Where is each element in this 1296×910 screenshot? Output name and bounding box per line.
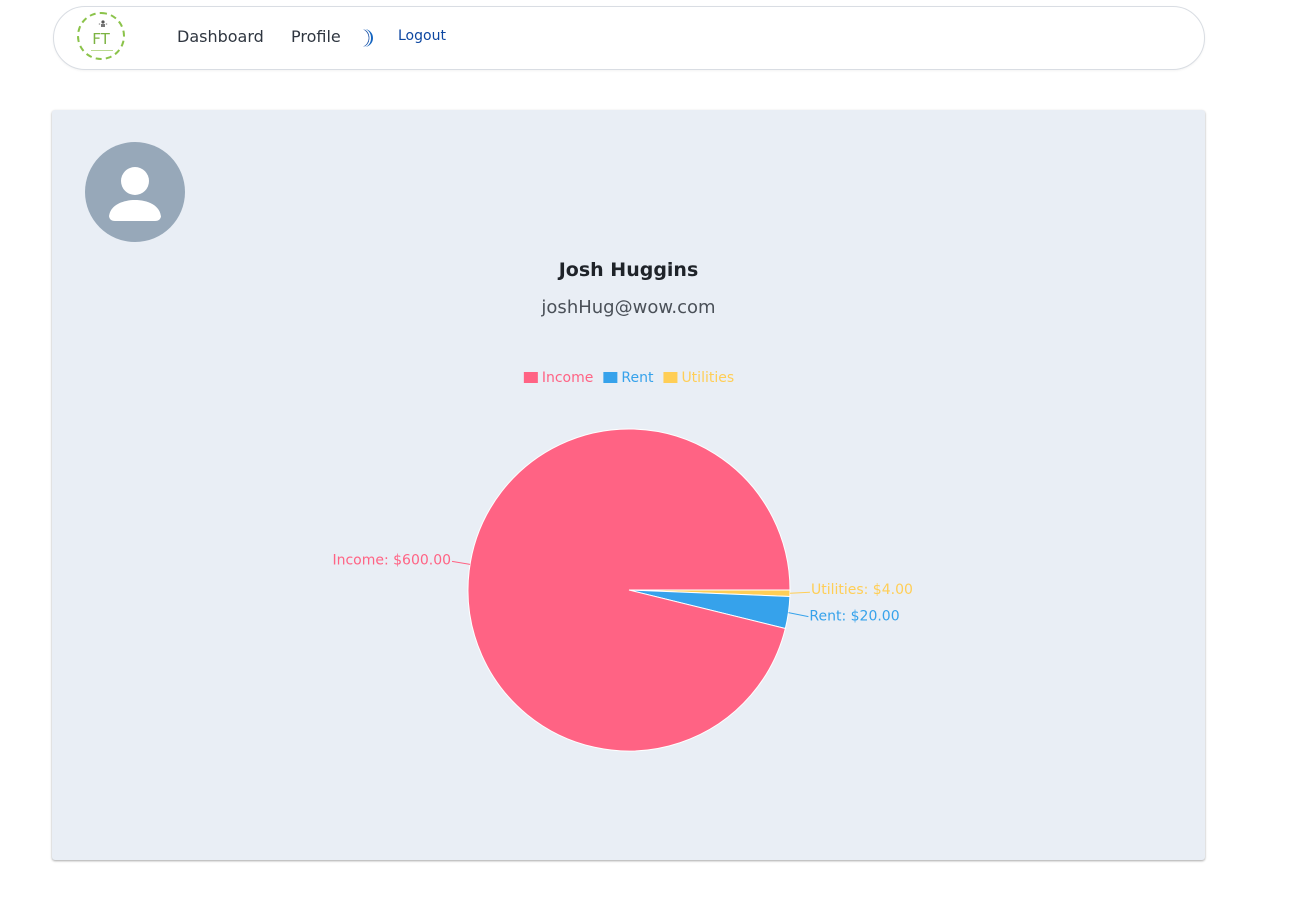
legend-item-utilities[interactable]: Utilities — [663, 370, 734, 386]
legend-item-income[interactable]: Income — [523, 370, 594, 386]
leader-line-rent — [788, 612, 809, 618]
logo-robot-icon — [98, 20, 108, 27]
data-label-utilities: Utilities: $4.00 — [811, 582, 913, 598]
dark-mode-toggle-moon-icon[interactable] — [359, 28, 377, 48]
pie-slice-income[interactable] — [467, 428, 791, 752]
logo-text: FT — [92, 30, 110, 48]
nav-profile-link[interactable]: Profile — [291, 27, 341, 46]
legend-label-utilities: Utilities — [681, 370, 734, 386]
chart-legend: Income Rent Utilities — [523, 370, 734, 386]
legend-swatch-rent — [603, 372, 618, 383]
legend-label-income: Income — [542, 370, 594, 386]
leader-line-utilities — [789, 591, 810, 594]
data-label-rent: Rent: $20.00 — [809, 609, 899, 625]
legend-swatch-utilities — [663, 372, 678, 383]
data-label-income: Income: $600.00 — [332, 552, 451, 568]
app-logo[interactable]: FT — [77, 12, 125, 60]
nav-logout-link[interactable]: Logout — [398, 28, 446, 44]
leader-line-income — [451, 560, 471, 565]
expense-pie-chart: Income Rent Utilities Utilities: $4.00 Rent:… — [332, 370, 913, 752]
nav-dashboard-link[interactable]: Dashboard — [177, 27, 264, 46]
profile-card: Josh Huggins joshHug@wow.com Income Rent U… — [52, 110, 1205, 860]
legend-label-rent: Rent — [621, 370, 654, 386]
legend-swatch-income — [523, 372, 538, 383]
legend-item-rent[interactable]: Rent — [603, 370, 654, 386]
top-navbar: FT Dashboard Profile Logout — [53, 6, 1205, 70]
logo-tagline-line — [91, 50, 113, 51]
